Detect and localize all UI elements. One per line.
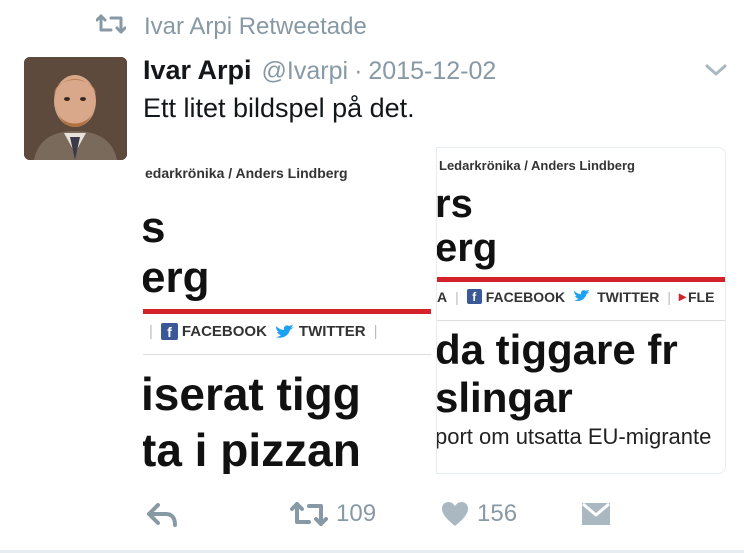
media-left-twitter: TWITTER bbox=[298, 323, 366, 340]
media-right-crumb: Ledarkrönika / Anders Lindberg bbox=[439, 158, 636, 173]
tweet-date[interactable]: 2015-12-02 bbox=[368, 57, 496, 86]
chevron-down-icon[interactable] bbox=[704, 62, 728, 78]
media-right-red-rule bbox=[437, 277, 725, 282]
media-right-more: FLE bbox=[688, 288, 715, 305]
like-count: 156 bbox=[477, 500, 518, 527]
twitter-bird-icon bbox=[573, 289, 593, 305]
heart-icon bbox=[441, 501, 469, 527]
reply-button[interactable] bbox=[146, 502, 178, 528]
media-right-headline2: slingar bbox=[436, 374, 573, 421]
retweet-context[interactable]: Ivar Arpi Retweetade bbox=[95, 12, 367, 42]
media-left-headline1: iserat tigg bbox=[143, 368, 361, 420]
twitter-bird-icon bbox=[275, 324, 295, 340]
like-button[interactable]: 156 bbox=[441, 500, 517, 528]
media-left-facebook: FACEBOOK bbox=[181, 323, 267, 340]
facebook-icon: f bbox=[466, 289, 482, 304]
media-right-subline: port om utsatta EU-migrante bbox=[436, 424, 712, 449]
media-left-red-rule bbox=[143, 309, 431, 314]
tweet-text: Ett litet bildspel på det. bbox=[143, 93, 415, 123]
envelope-icon bbox=[581, 502, 611, 526]
author-handle[interactable]: @Ivarpi bbox=[262, 57, 349, 86]
media-image-right[interactable]: Ledarkrönika / Anders Lindberg rs erg A … bbox=[436, 147, 726, 474]
reply-icon bbox=[146, 502, 178, 528]
tweet-header: Ivar Arpi @Ivarpi · 2015-12-02 bbox=[143, 55, 496, 89]
media-left-headline2: ta i pizzan bbox=[143, 424, 361, 474]
facebook-icon: f bbox=[160, 323, 178, 340]
direct-message-button[interactable] bbox=[581, 502, 611, 526]
media-right-share-bar: A | f FACEBOOK TWITTER | ▸ FLE bbox=[437, 288, 715, 305]
media-right-divider bbox=[437, 320, 725, 321]
retweet-icon bbox=[290, 500, 328, 528]
media-left-big2: erg bbox=[143, 253, 210, 302]
media-right-facebook: FACEBOOK bbox=[485, 288, 566, 305]
media-right-share-prefix: A bbox=[437, 288, 448, 305]
media-left-crumb: edarkrönika / Anders Lindberg bbox=[145, 165, 348, 181]
media-left-share-bar: | f FACEBOOK TWITTER | bbox=[149, 323, 378, 340]
media-right-twitter: TWITTER bbox=[597, 288, 660, 305]
retweet-context-text: Ivar Arpi Retweetade bbox=[144, 13, 367, 40]
tweet-actions: 109 156 bbox=[0, 498, 744, 534]
retweet-count: 109 bbox=[336, 500, 377, 527]
avatar[interactable] bbox=[24, 57, 127, 160]
media-right-big1: rs bbox=[436, 182, 473, 226]
author-name[interactable]: Ivar Arpi bbox=[143, 55, 252, 86]
retweet-button[interactable]: 109 bbox=[290, 500, 376, 528]
arrow-icon: ▸ bbox=[678, 288, 686, 304]
media-right-headline1: da tiggare fr bbox=[436, 326, 678, 373]
media-image-left[interactable]: edarkrönika / Anders Lindberg s erg | f … bbox=[143, 147, 431, 474]
retweet-icon bbox=[95, 13, 144, 42]
media-left-big1: s bbox=[143, 203, 166, 252]
media-left-divider bbox=[143, 354, 431, 355]
media-right-big2: erg bbox=[436, 226, 498, 270]
separator-dot: · bbox=[354, 57, 363, 85]
